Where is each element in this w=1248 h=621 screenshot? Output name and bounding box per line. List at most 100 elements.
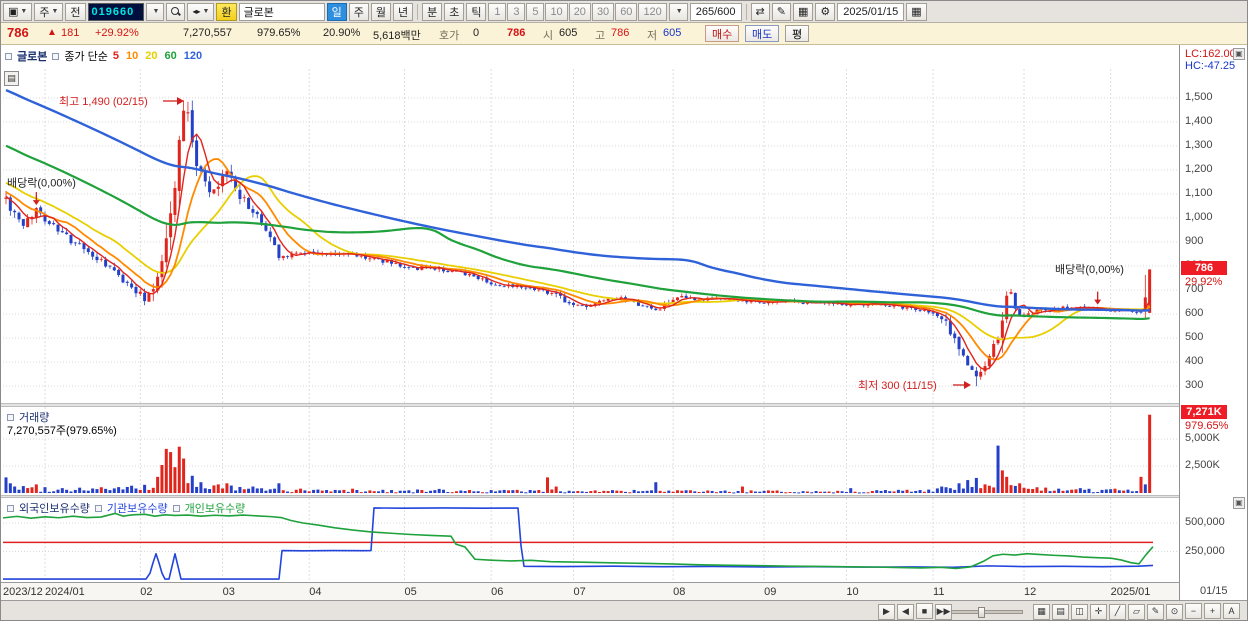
axis-label: 1,000 [1185, 210, 1213, 223]
split-pane-icon[interactable]: ◫ [1071, 603, 1088, 620]
legend-square-icon [5, 52, 12, 60]
date-field[interactable]: 2025/01/15 [837, 2, 905, 21]
interval-button-30[interactable]: 30 [591, 2, 615, 21]
chart-nav-button-0[interactable]: ▶ [878, 603, 895, 620]
interval-button-1[interactable]: 1 [488, 2, 507, 21]
price-change: 181 [61, 27, 80, 39]
sell-button[interactable]: 매도 [745, 25, 780, 42]
interval-button-5[interactable]: 5 [526, 2, 545, 21]
collapse-pane-button[interactable]: ▣ [1233, 497, 1245, 509]
window-menu-dropdown[interactable]: ▣ ▼ [3, 2, 33, 21]
x-axis-label: 2025/01 [1110, 586, 1151, 598]
chart-nav-button-2[interactable]: ■ [916, 603, 933, 619]
axis-label: 500,000 [1185, 516, 1225, 528]
hoga-label: 호가 [439, 30, 460, 42]
prev-next-icon: ◂▸ [192, 7, 201, 16]
subperiod-button-틱[interactable]: 틱 [466, 2, 487, 21]
price-axis-panel[interactable]: LC:162.00 HC:-47.25 1,500 1,400 1,300 1,200 1,… [1179, 45, 1247, 600]
axis-label: 1,400 [1185, 114, 1213, 127]
trend-line-icon[interactable]: ╱ [1109, 603, 1126, 620]
draw-button[interactable]: ✎ [771, 2, 791, 21]
high-value: 786 [611, 27, 630, 39]
holdings-chart[interactable] [3, 498, 1179, 582]
interval-button-120[interactable]: 120 [638, 2, 667, 21]
axis-label: HC:-47.25 [1185, 60, 1236, 72]
svg-text:최저 300 (11/15): 최저 300 (11/15) [858, 379, 937, 392]
time-axis[interactable]: 2023/12 2024/01 02 03 04 05 06 07 08 09 10 11 12 2025… [1, 582, 1179, 600]
subperiod-button-분[interactable]: 분 [422, 2, 443, 21]
interval-dropdown[interactable]: ▼ [668, 2, 688, 21]
axis-label: 1,200 [1185, 162, 1213, 175]
chart-type-icon[interactable]: ▤ [1052, 603, 1069, 620]
stock-name-field[interactable]: 글로본 [238, 2, 325, 21]
period-button-일[interactable]: 일 [326, 2, 347, 21]
grid-icon[interactable]: ▦ [1033, 603, 1050, 620]
top-toolbar: ▣ ▼ 주 ▼ 전 019660 ▼ ◂▸ ▼ 환 글로본 일주월년 분초틱 1351… [1, 1, 1247, 23]
pencil-icon: ✎ [776, 6, 786, 18]
chart-area[interactable]: 글로본 종가 단순 5 10 20 60 120 ▤ 최고 1,490 (02/15) 배… [1, 45, 1247, 600]
ma-period-5: 5 [112, 50, 120, 62]
zoom-out-icon[interactable]: − [1185, 603, 1202, 619]
zoom-in-icon[interactable]: + [1204, 603, 1221, 619]
legend-ma-label: 종가 단순 [64, 51, 108, 63]
subperiod-group: 분초틱 [422, 2, 487, 21]
chart-nav-button-3[interactable]: ▶▶ [935, 603, 952, 620]
stock-code-input[interactable]: 019660 [87, 2, 144, 21]
x-axis-label: 11 [933, 586, 945, 598]
settings-button[interactable]: ⚙ [815, 2, 836, 21]
collapse-pane-button[interactable]: ▣ [1233, 48, 1245, 60]
search-icon [171, 7, 180, 16]
buy-button[interactable]: 매수 [705, 25, 740, 42]
svg-text:배당락(0,00%): 배당락(0,00%) [1055, 263, 1124, 276]
draw-tool-icon[interactable]: ✎ [1147, 603, 1164, 620]
stock-code-dropdown[interactable]: ▼ [145, 2, 165, 21]
chart-nav-button-1[interactable]: ◀ [897, 603, 914, 620]
crosshair-icon[interactable]: ✛ [1090, 603, 1107, 620]
prev-stock-button[interactable]: 전 [65, 2, 86, 21]
quote-bar: 786 ▲ 181 +29.92% 7,270,557 979.65% 20.9… [1, 23, 1247, 45]
zoom-icon[interactable]: ⊙ [1166, 603, 1183, 620]
svg-text:최고 1,490 (02/15): 최고 1,490 (02/15) [59, 95, 148, 108]
current-price: 786 [7, 25, 29, 40]
prev-next-dropdown[interactable]: ◂▸ ▼ [187, 2, 215, 21]
open-label: 시 [543, 30, 554, 42]
hwan-button[interactable]: 환 [216, 2, 237, 21]
search-button[interactable] [166, 2, 186, 21]
period-button-년[interactable]: 년 [392, 2, 414, 21]
refresh-icon: ⇄ [755, 6, 765, 18]
x-axis-label: 2023/12 [3, 586, 43, 598]
current-price-2: 786 [507, 27, 526, 39]
stock-kind-dropdown[interactable]: 주 ▼ [34, 2, 64, 21]
axis-label: 1,300 [1185, 138, 1213, 151]
volume-chart[interactable] [3, 407, 1179, 495]
auto-scale-icon[interactable]: A [1223, 603, 1240, 619]
x-axis-label: 09 [764, 586, 777, 598]
x-axis-label: 02 [140, 586, 153, 598]
chart-nav-group: ▶ ◀ ■ ▶▶ [878, 603, 954, 620]
calendar-button[interactable]: ▦ [906, 2, 927, 21]
axis-label: 300 [1185, 379, 1204, 392]
avg-button[interactable]: 평 [785, 25, 810, 42]
main-price-chart[interactable]: 최고 1,490 (02/15) 배당락(0,00%) 배당락(0,00%) 최저 3… [3, 69, 1179, 403]
slider-thumb[interactable] [978, 607, 985, 618]
interval-button-20[interactable]: 20 [568, 2, 591, 21]
candle-count-display: 265/600 [689, 2, 742, 21]
interval-button-3[interactable]: 3 [507, 2, 526, 21]
price-change-pct: +29.92% [95, 27, 139, 39]
shape-tool-icon[interactable]: ▱ [1128, 603, 1145, 620]
interval-button-60[interactable]: 60 [615, 2, 638, 21]
bottom-toolbar: ▶ ◀ ■ ▶▶ ▦ ▤ ◫ ✛ ╱ ▱ ✎ ⊙ − + A [1, 600, 1247, 620]
subperiod-button-초[interactable]: 초 [444, 2, 465, 21]
turnover-rate: 20.90% [323, 27, 361, 39]
period-button-월[interactable]: 월 [370, 2, 391, 21]
axis-label: 5,000K [1185, 432, 1220, 445]
time-scroll-slider[interactable] [951, 607, 1023, 618]
refresh-button[interactable]: ⇄ [750, 2, 770, 21]
axis-label: 2,500K [1185, 459, 1220, 472]
interval-group: 1 3 5 10 20 30 60 120 [488, 2, 667, 21]
trade-amount: 5,618백만 [373, 30, 421, 42]
interval-button-10[interactable]: 10 [545, 2, 568, 21]
period-button-주[interactable]: 주 [348, 2, 369, 21]
ma-period-labels: 5 10 20 60 120 [113, 50, 202, 62]
save-button[interactable]: ▦ [792, 2, 814, 21]
